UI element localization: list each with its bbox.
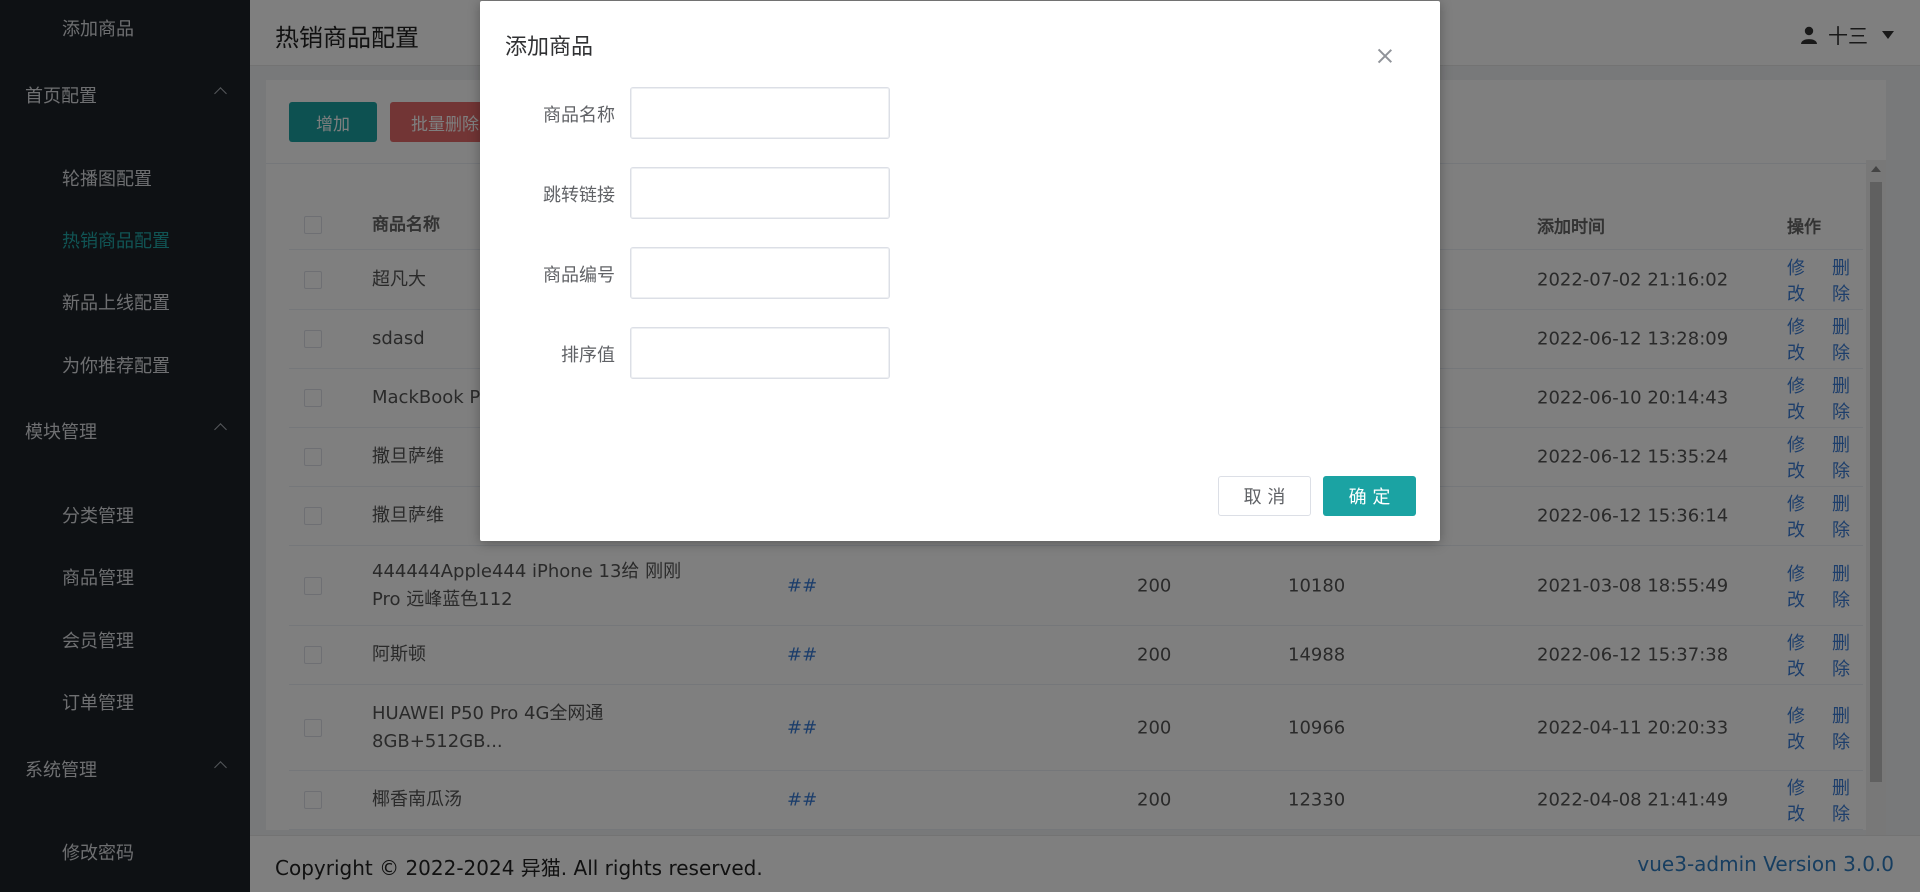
field-label: 排序值 [561, 345, 615, 366]
field-input[interactable] [630, 167, 890, 219]
form-row: 商品编号 [480, 247, 1440, 299]
close-icon[interactable] [1376, 47, 1394, 65]
dialog-title: 添加商品 [505, 35, 594, 60]
field-label: 商品名称 [543, 105, 615, 126]
field-input[interactable] [630, 327, 890, 379]
form-row: 跳转链接 [480, 167, 1440, 219]
form-row: 排序值 [480, 327, 1440, 379]
field-label: 跳转链接 [543, 185, 615, 206]
add-product-dialog: 添加商品 商品名称跳转链接商品编号排序值 取 消 确 定 [480, 1, 1440, 541]
field-label: 商品编号 [543, 265, 615, 286]
field-input[interactable] [630, 87, 890, 139]
confirm-button[interactable]: 确 定 [1323, 476, 1416, 516]
cancel-button[interactable]: 取 消 [1218, 476, 1311, 516]
field-input[interactable] [630, 247, 890, 299]
form-row: 商品名称 [480, 87, 1440, 139]
